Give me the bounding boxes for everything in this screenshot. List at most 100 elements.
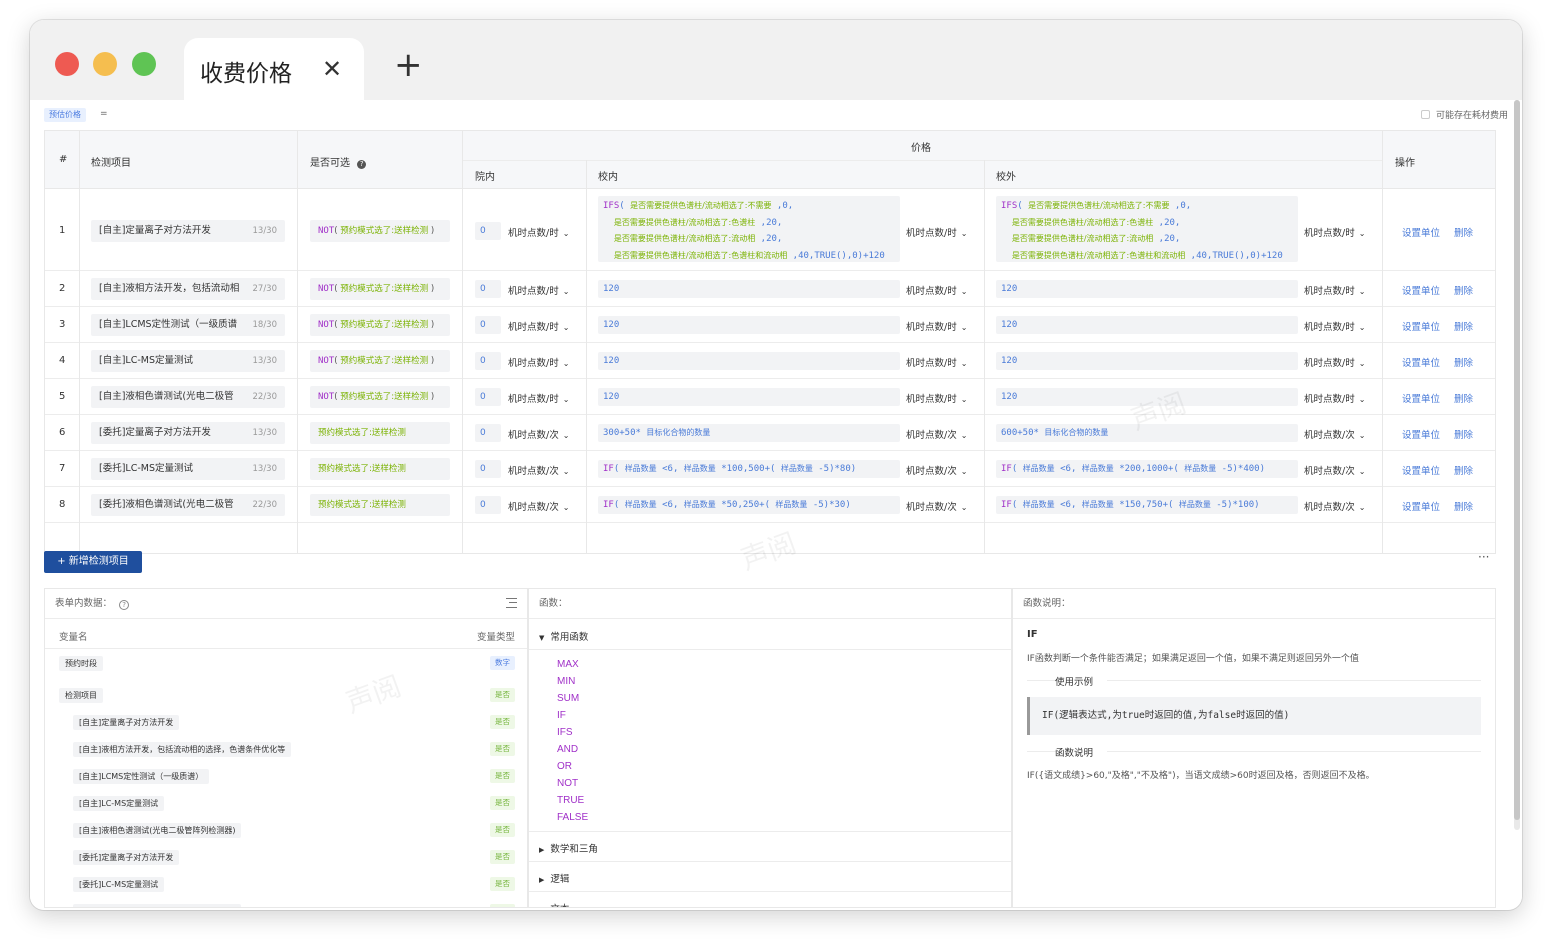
in-lab-unit-select[interactable]: 机时点数/次 ⌄ xyxy=(508,499,569,513)
off-campus-formula-input[interactable]: IF( 样品数量 <6, 样品数量 *150,750+( 样品数量 -5)*10… xyxy=(996,496,1298,514)
delete-link[interactable]: 删除 xyxy=(1454,225,1473,239)
variable-name[interactable]: [委托]LC-MS定量测试 xyxy=(73,877,165,892)
optional-formula-input[interactable]: NOT( 预约模式选了:送样检测 ) xyxy=(310,278,450,300)
in-lab-price-input[interactable]: 0 xyxy=(475,388,501,406)
add-test-item-button[interactable]: + 新增检测项目 xyxy=(44,551,142,573)
off-campus-formula-input[interactable]: 120 xyxy=(996,352,1298,370)
mode-tag[interactable]: 预估价格 xyxy=(44,108,86,122)
optional-formula-input[interactable]: NOT( 预约模式选了:送样检测 ) xyxy=(310,219,450,242)
test-item-input[interactable]: [委托]液相色谱测试(光电二极管 22/30 xyxy=(91,494,285,516)
function-group[interactable]: ▶ 逻辑 xyxy=(539,871,1011,885)
function-group[interactable]: ▶ 文本 xyxy=(539,901,1011,907)
function-item[interactable]: NOT xyxy=(557,778,578,789)
variable-row[interactable]: [委托]LC-MS定量测试 是否 xyxy=(45,872,527,898)
test-item-input[interactable]: [自主]液相色谱测试(光电二极管 22/30 xyxy=(91,386,285,408)
off-campus-formula-input[interactable]: 600+50* 目标化合物的数量 xyxy=(996,424,1298,442)
help-icon[interactable]: ? xyxy=(119,600,130,610)
test-item-input[interactable]: [委托]LC-MS定量测试 13/30 xyxy=(91,458,285,480)
active-tab[interactable]: 收费价格 ✕ xyxy=(184,38,364,100)
off-campus-formula-input[interactable]: 120 xyxy=(996,280,1298,298)
delete-link[interactable]: 删除 xyxy=(1454,355,1473,369)
off-campus-unit-select[interactable]: 机时点数/次 ⌄ xyxy=(1304,499,1365,513)
delete-link[interactable]: 删除 xyxy=(1454,391,1473,405)
optional-formula-input[interactable]: NOT( 预约模式选了:送样检测 ) xyxy=(310,350,450,372)
help-icon[interactable]: ? xyxy=(357,160,367,169)
optional-formula-input[interactable]: NOT( 预约模式选了:送样检测 ) xyxy=(310,386,450,408)
common-functions-group[interactable]: ▼ 常用函数 xyxy=(539,629,1011,643)
variable-name[interactable]: [自主]定量离子对方法开发 xyxy=(73,715,180,730)
on-campus-formula-input[interactable]: 300+50* 目标化合物的数量 xyxy=(598,424,900,442)
on-campus-formula-input[interactable]: 120 xyxy=(598,280,900,298)
on-campus-unit-select[interactable]: 机时点数/时 ⌄ xyxy=(906,283,967,297)
on-campus-formula-input[interactable]: IFS( 是否需要提供色谱柱/流动相选了:不需要 ,0, 是否需要提供色谱柱/流… xyxy=(598,196,900,262)
in-lab-price-input[interactable]: 0 xyxy=(475,352,501,370)
close-window-button[interactable] xyxy=(55,52,79,76)
variable-name[interactable]: [自主]液相色谱测试(光电二极管阵列检测器) xyxy=(73,823,242,838)
on-campus-unit-select[interactable]: 机时点数/时 ⌄ xyxy=(906,319,967,333)
on-campus-unit-select[interactable]: 机时点数/时 ⌄ xyxy=(906,225,967,239)
off-campus-unit-select[interactable]: 机时点数/次 ⌄ xyxy=(1304,463,1365,477)
in-lab-unit-select[interactable]: 机时点数/时 ⌄ xyxy=(508,391,569,405)
delete-link[interactable]: 删除 xyxy=(1454,283,1473,297)
in-lab-price-input[interactable]: 0 xyxy=(475,496,501,514)
set-unit-link[interactable]: 设置单位 xyxy=(1402,463,1440,477)
in-lab-price-input[interactable]: 0 xyxy=(475,460,501,478)
in-lab-unit-select[interactable]: 机时点数/次 ⌄ xyxy=(508,463,569,477)
on-campus-formula-input[interactable]: IF( 样品数量 <6, 样品数量 *100,500+( 样品数量 -5)*80… xyxy=(598,460,900,478)
scrollbar[interactable] xyxy=(1514,100,1520,830)
variable-row[interactable]: 检测项目 是否 xyxy=(45,683,527,709)
delete-link[interactable]: 删除 xyxy=(1454,427,1473,441)
variable-name[interactable]: [自主]LC-MS定量测试 xyxy=(73,796,165,811)
consumable-checkbox[interactable]: 可能存在耗材费用 xyxy=(1420,108,1508,121)
in-lab-price-input[interactable]: 0 xyxy=(475,316,501,334)
off-campus-unit-select[interactable]: 机时点数/时 ⌄ xyxy=(1304,319,1365,333)
on-campus-formula-input[interactable]: IF( 样品数量 <6, 样品数量 *50,250+( 样品数量 -5)*30) xyxy=(598,496,900,514)
test-item-input[interactable]: [委托]定量离子对方法开发 13/30 xyxy=(91,422,285,444)
delete-link[interactable]: 删除 xyxy=(1454,499,1473,513)
in-lab-price-input[interactable]: 0 xyxy=(475,221,501,240)
set-unit-link[interactable]: 设置单位 xyxy=(1402,319,1440,333)
on-campus-formula-input[interactable]: 120 xyxy=(598,316,900,334)
on-campus-formula-input[interactable]: 120 xyxy=(598,388,900,406)
set-unit-link[interactable]: 设置单位 xyxy=(1402,427,1440,441)
on-campus-unit-select[interactable]: 机时点数/次 ⌄ xyxy=(906,427,967,441)
function-item[interactable]: OR xyxy=(557,761,572,772)
optional-formula-input[interactable]: 预约模式选了:送样检测 xyxy=(310,422,450,444)
variable-row[interactable]: [自主]液相色谱测试(光电二极管阵列检测器) 是否 xyxy=(45,818,527,844)
optional-formula-input[interactable]: 预约模式选了:送样检测 xyxy=(310,494,450,516)
off-campus-formula-input[interactable]: 120 xyxy=(996,316,1298,334)
off-campus-unit-select[interactable]: 机时点数/时 ⌄ xyxy=(1304,355,1365,369)
off-campus-unit-select[interactable]: 机时点数/时 ⌄ xyxy=(1304,225,1365,239)
tab-close-icon[interactable]: ✕ xyxy=(322,55,342,83)
test-item-input[interactable]: [自主]LCMS定性测试（一级质谱 18/30 xyxy=(91,314,285,336)
variable-name[interactable]: [自主]液相方法开发，包括流动相的选择，色谱条件优化等 xyxy=(73,742,292,757)
test-item-input[interactable]: [自主]液相方法开发，包括流动相 27/30 xyxy=(91,278,285,300)
off-campus-formula-input[interactable]: IFS( 是否需要提供色谱柱/流动相选了:不需要 ,0, 是否需要提供色谱柱/流… xyxy=(996,196,1298,262)
maximize-window-button[interactable] xyxy=(132,52,156,76)
on-campus-unit-select[interactable]: 机时点数/时 ⌄ xyxy=(906,391,967,405)
optional-formula-input[interactable]: 预约模式选了:送样检测 xyxy=(310,458,450,480)
test-item-input[interactable]: [自主]LC-MS定量测试 13/30 xyxy=(91,350,285,372)
function-group[interactable]: ▶ 数学和三角 xyxy=(539,841,1011,855)
variable-name[interactable]: [自主]LCMS定性测试（一级质谱） xyxy=(73,769,210,784)
off-campus-unit-select[interactable]: 机时点数/次 ⌄ xyxy=(1304,427,1365,441)
function-item[interactable]: IFS xyxy=(557,727,573,738)
on-campus-unit-select[interactable]: 机时点数/时 ⌄ xyxy=(906,355,967,369)
set-unit-link[interactable]: 设置单位 xyxy=(1402,499,1440,513)
variable-row[interactable]: [自主]液相方法开发，包括流动相的选择，色谱条件优化等 是否 xyxy=(45,737,527,763)
in-lab-unit-select[interactable]: 机时点数/时 ⌄ xyxy=(508,355,569,369)
set-unit-link[interactable]: 设置单位 xyxy=(1402,283,1440,297)
variable-row[interactable]: [自主]定量离子对方法开发 是否 xyxy=(45,710,527,736)
function-item[interactable]: MAX xyxy=(557,659,579,670)
function-item[interactable]: FALSE xyxy=(557,812,588,823)
set-unit-link[interactable]: 设置单位 xyxy=(1402,355,1440,369)
set-unit-link[interactable]: 设置单位 xyxy=(1402,391,1440,405)
variable-name[interactable]: [委托]液相色谱测试(光电二极管阵列检测器) xyxy=(73,904,242,907)
in-lab-unit-select[interactable]: 机时点数/时 ⌄ xyxy=(508,225,569,239)
checkbox-box[interactable] xyxy=(1420,110,1430,119)
list-view-icon[interactable] xyxy=(506,598,517,608)
off-campus-unit-select[interactable]: 机时点数/时 ⌄ xyxy=(1304,391,1365,405)
variable-name[interactable]: 预约时段 xyxy=(59,656,103,671)
in-lab-price-input[interactable]: 0 xyxy=(475,424,501,442)
variable-name[interactable]: [委托]定量离子对方法开发 xyxy=(73,850,180,865)
